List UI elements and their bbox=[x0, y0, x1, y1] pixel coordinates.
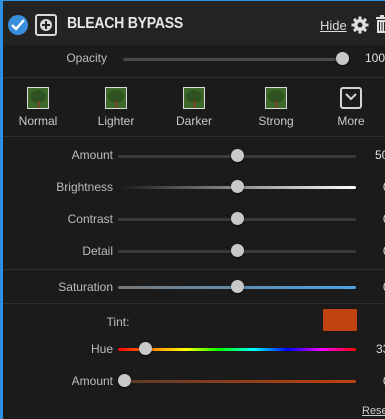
brightness-slider-handle[interactable] bbox=[231, 180, 244, 193]
preset-normal[interactable]: Normal bbox=[8, 87, 68, 128]
opacity-slider-track[interactable] bbox=[123, 58, 347, 61]
tree-thumbnail-icon bbox=[183, 87, 205, 109]
divider bbox=[3, 77, 385, 78]
gear-icon[interactable] bbox=[351, 16, 369, 39]
tint-amount-slider-track[interactable] bbox=[118, 380, 356, 383]
preset-more[interactable]: More bbox=[321, 87, 381, 128]
preset-label: Darker bbox=[175, 114, 212, 128]
saturation-slider-handle[interactable] bbox=[231, 280, 244, 293]
tree-thumbnail-icon bbox=[27, 87, 49, 109]
trash-icon[interactable] bbox=[376, 15, 385, 38]
hue-slider-track[interactable] bbox=[118, 348, 356, 351]
contrast-label: Contrast bbox=[67, 212, 113, 226]
hue-label: Hue bbox=[90, 342, 113, 356]
opacity-slider-handle[interactable] bbox=[336, 52, 349, 65]
add-icon[interactable] bbox=[35, 14, 57, 36]
bleach-bypass-panel: BLEACH BYPASS Hide Opacity 100 Normal Li… bbox=[0, 0, 385, 419]
preset-strong[interactable]: Strong bbox=[246, 87, 306, 128]
divider bbox=[3, 136, 385, 137]
hue-slider-handle[interactable] bbox=[139, 342, 152, 355]
tree-thumbnail-icon bbox=[105, 87, 127, 109]
tint-amount-label: Amount bbox=[71, 374, 113, 388]
tree-thumbnail-icon bbox=[265, 87, 287, 109]
brightness-label: Brightness bbox=[56, 180, 113, 194]
filter-title: BLEACH BYPASS bbox=[67, 15, 184, 32]
hide-link[interactable]: Hide bbox=[320, 18, 347, 33]
amount-label: Amount bbox=[71, 148, 113, 162]
contrast-slider-handle[interactable] bbox=[231, 212, 244, 225]
hue-value: 33 bbox=[376, 342, 385, 356]
tint-label: Tint: bbox=[106, 315, 130, 329]
preset-label: Strong bbox=[258, 114, 294, 128]
amount-slider-handle[interactable] bbox=[231, 149, 244, 162]
tint-amount-slider-handle[interactable] bbox=[118, 374, 131, 387]
opacity-label: Opacity bbox=[66, 51, 107, 65]
preset-darker[interactable]: Darker bbox=[164, 87, 224, 128]
reset-link[interactable]: Reset bbox=[362, 405, 385, 417]
opacity-value: 100 bbox=[365, 51, 385, 65]
preset-label: Lighter bbox=[97, 114, 135, 128]
chevron-down-icon bbox=[340, 87, 362, 109]
amount-value: 50 bbox=[375, 148, 385, 162]
divider bbox=[3, 303, 385, 304]
saturation-label: Saturation bbox=[58, 280, 113, 294]
preset-label: More bbox=[337, 114, 365, 128]
tint-color-swatch[interactable] bbox=[323, 309, 357, 331]
preset-lighter[interactable]: Lighter bbox=[86, 87, 146, 128]
checkmark-icon[interactable] bbox=[8, 15, 28, 35]
detail-slider-handle[interactable] bbox=[231, 244, 244, 257]
detail-label: Detail bbox=[82, 244, 113, 258]
divider bbox=[3, 269, 385, 270]
preset-label: Normal bbox=[18, 114, 58, 128]
panel-header: BLEACH BYPASS Hide bbox=[3, 1, 385, 45]
